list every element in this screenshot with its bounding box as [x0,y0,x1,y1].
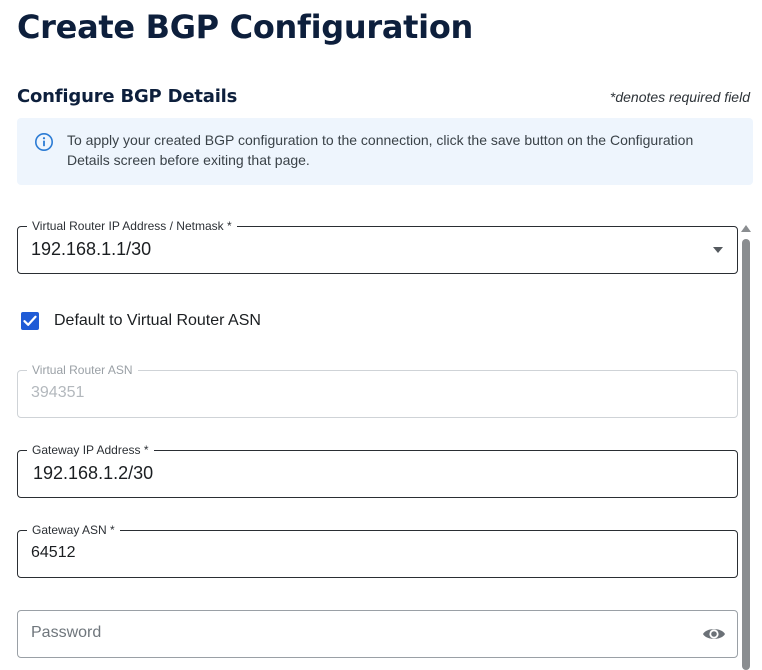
default-asn-checkbox[interactable] [21,312,39,330]
page-title: Create BGP Configuration [17,8,473,46]
password-field[interactable]: Password [17,610,738,658]
virtual-router-ip-select[interactable]: Virtual Router IP Address / Netmask * 19… [17,218,738,274]
virtual-router-asn-label: Virtual Router ASN [27,362,138,378]
required-field-note: *denotes required field [609,89,750,105]
gateway-ip-value[interactable]: 192.168.1.2/30 [33,463,153,484]
default-asn-checkbox-label[interactable]: Default to Virtual Router ASN [54,311,261,331]
section-title: Configure BGP Details [17,86,238,107]
caret-down-icon[interactable] [713,247,723,253]
virtual-router-asn-field: Virtual Router ASN 394351 [17,362,738,418]
info-circle-icon [35,133,53,151]
gateway-asn-label: Gateway ASN * [27,522,120,538]
info-alert-text: To apply your created BGP configuration … [67,132,694,168]
scrollbar[interactable] [740,224,752,670]
info-alert: To apply your created BGP configuration … [17,118,753,185]
gateway-ip-label: Gateway IP Address * [27,442,154,458]
virtual-router-asn-value: 394351 [31,384,85,401]
checkmark-icon [23,315,37,326]
virtual-router-ip-value: 192.168.1.1/30 [31,239,152,259]
scrollbar-thumb[interactable] [742,239,750,670]
gateway-ip-field[interactable]: Gateway IP Address * 192.168.1.2/30 [17,442,738,498]
password-placeholder: Password [31,624,102,641]
gateway-asn-value[interactable]: 64512 [31,544,76,562]
scroll-up-arrow-icon[interactable] [741,224,751,234]
virtual-router-ip-label: Virtual Router IP Address / Netmask * [27,218,237,234]
gateway-asn-field[interactable]: Gateway ASN * 64512 [17,522,738,578]
eye-icon[interactable] [702,625,726,643]
